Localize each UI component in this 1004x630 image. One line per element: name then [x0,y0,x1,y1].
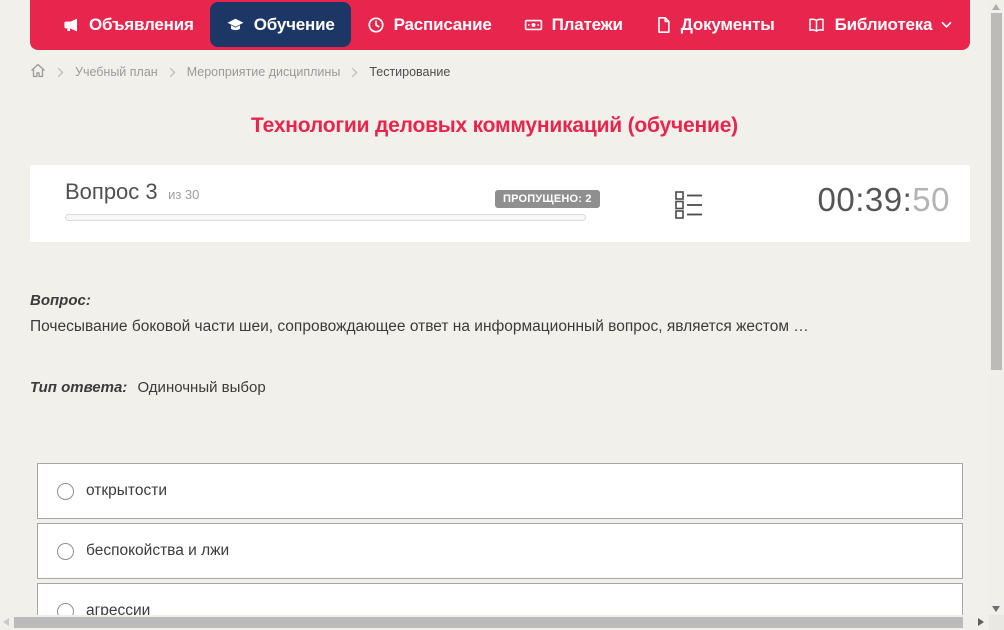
megaphone-icon [62,16,80,34]
chevron-right-icon [57,67,64,78]
scrollbar-corner [989,615,1004,630]
countdown-timer: 00:39:50 [818,181,950,219]
skipped-badge: ПРОПУЩЕНО: 2 [495,190,600,208]
scroll-left-arrow-icon[interactable] [3,618,9,626]
clock-icon [367,16,385,34]
nav-item-label: Библиотека [834,15,933,34]
timer-hours-minutes: 00:39: [817,181,913,218]
quiz-progress-bar [65,214,586,221]
vertical-scrollbar-thumb[interactable] [991,13,1002,370]
question-number: Вопрос 3 [65,179,158,204]
banknote-icon [524,16,543,34]
question-counter: Вопрос 3 из 30 [65,179,199,205]
nav-item-announcements[interactable]: Объявления [46,0,210,50]
nav-item-label: Объявления [89,15,194,34]
answer-type-label: Тип ответа: [30,379,128,396]
radio-button[interactable] [57,542,74,560]
breadcrumb: Учебный план Мероприятие дисциплины Тест… [30,62,450,82]
question-heading: Вопрос: [30,292,91,309]
scroll-up-arrow-icon[interactable] [992,4,1000,10]
list-icon [675,190,703,225]
radio-button[interactable] [57,482,74,500]
chevron-down-icon [941,21,952,29]
answer-option[interactable]: беспокойства и лжи [37,523,963,579]
breadcrumb-home[interactable] [30,63,46,81]
answer-type-row: Тип ответа: Одиночный выбор [30,379,266,396]
chevron-right-icon [169,67,176,78]
question-list-button[interactable] [674,190,704,225]
home-icon [30,63,46,81]
horizontal-scrollbar[interactable] [0,615,989,630]
nav-item-label: Расписание [393,15,492,34]
question-total: из 30 [168,187,200,202]
nav-item-label: Документы [680,15,775,34]
breadcrumb-discipline-event[interactable]: Мероприятие дисциплины [187,65,341,79]
nav-item-schedule[interactable]: Расписание [351,0,508,50]
graduation-cap-icon [226,16,245,34]
document-icon [655,16,672,34]
breadcrumb-curriculum[interactable]: Учебный план [75,65,158,79]
answer-options-list: открытости беспокойства и лжи агрессии [37,463,963,630]
answer-option[interactable]: открытости [37,463,963,519]
option-label: открытости [86,482,167,499]
nav-item-documents[interactable]: Документы [639,0,791,50]
breadcrumb-testing: Тестирование [369,65,451,79]
nav-item-learning[interactable]: Обучение [209,2,351,47]
question-text: Почесывание боковой части шеи, сопровожд… [30,318,809,335]
nav-item-label: Платежи [551,15,623,34]
scroll-right-arrow-icon[interactable] [978,618,984,626]
main-navbar: Объявления Обучение Расписание Платежи Д… [30,0,970,50]
book-icon [807,16,826,34]
horizontal-scrollbar-thumb[interactable] [14,617,963,628]
page-title: Технологии деловых коммуникаций (обучени… [251,114,738,137]
scroll-down-arrow-icon[interactable] [992,606,1000,612]
nav-item-payments[interactable]: Платежи [508,0,639,50]
answer-type-value: Одиночный выбор [137,379,266,396]
quiz-header-panel: Вопрос 3 из 30 ПРОПУЩЕНО: 2 00:39:50 [30,165,970,242]
nav-item-label: Обучение [253,14,335,34]
chevron-right-icon [351,67,358,78]
nav-item-library[interactable]: Библиотека [791,0,969,50]
timer-seconds: 50 [912,181,950,218]
vertical-scrollbar[interactable] [989,0,1004,615]
option-label: беспокойства и лжи [86,542,230,559]
